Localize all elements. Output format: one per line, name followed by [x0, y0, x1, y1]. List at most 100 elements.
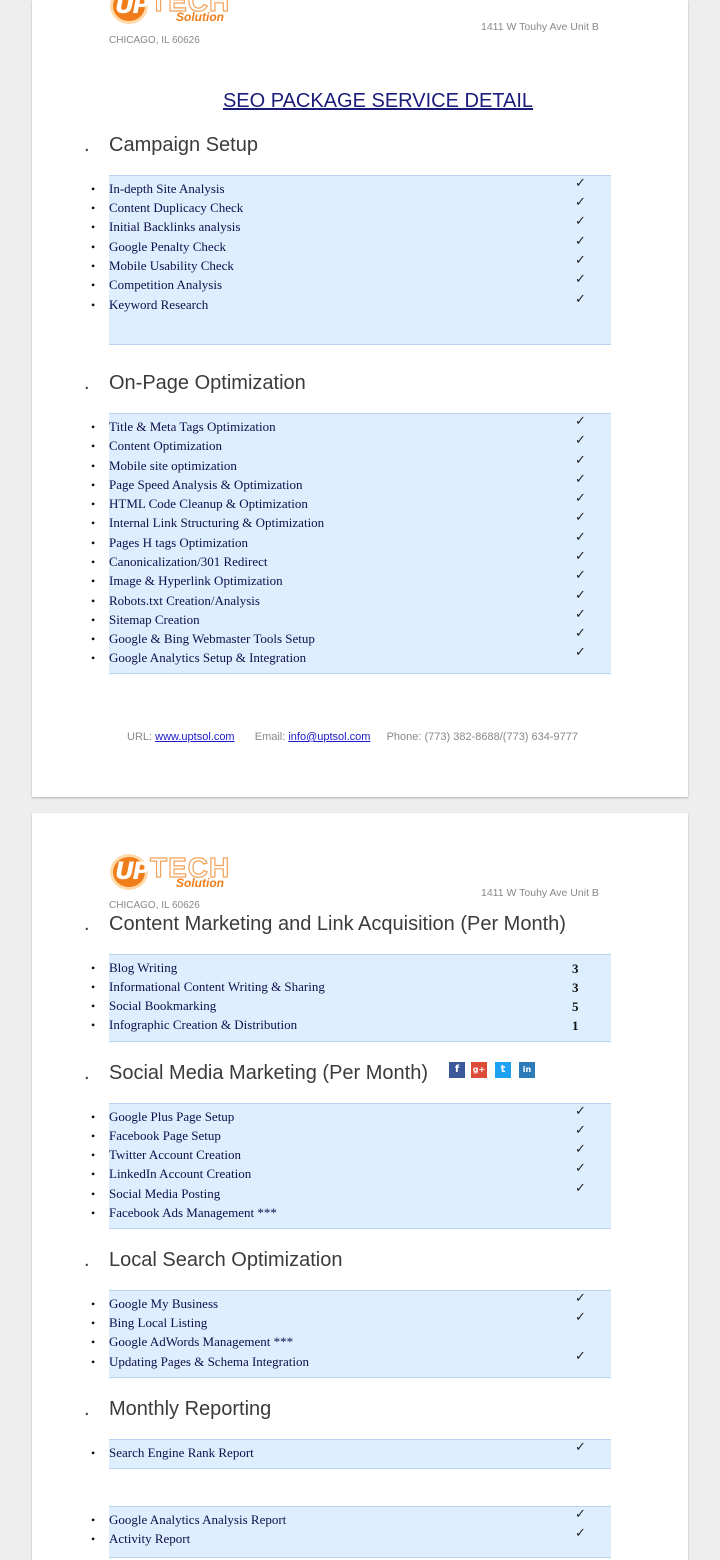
- list-item: • Canonicalization/301 Redirect ✓: [91, 549, 611, 574]
- item-label: Image & Hyperlink Optimization: [109, 573, 283, 588]
- logo-up-text: UP: [115, 857, 150, 885]
- check-icon: ✓: [575, 1440, 586, 1455]
- item-label: Bing Local Listing: [109, 1315, 208, 1330]
- bullet: •: [91, 278, 96, 292]
- section-bullet: .: [84, 1062, 90, 1084]
- check-icon: ✓: [575, 414, 586, 429]
- item-label: Sitemap Creation: [109, 612, 200, 627]
- item-label: Mobile Usability Check: [109, 258, 234, 273]
- section-bullet: .: [84, 134, 90, 156]
- list-item: • Initial Backlinks analysis ✓: [91, 214, 611, 239]
- item-count: 3: [572, 980, 579, 995]
- list-item: • Social Bookmarking 5: [91, 998, 611, 1018]
- header-city: CHICAGO, IL 60626: [109, 900, 200, 911]
- check-icon: ✓: [575, 1142, 586, 1157]
- check-icon: ✓: [575, 491, 586, 506]
- list-item: • Google My Business ✓: [91, 1291, 611, 1316]
- item-label: Google Penalty Check: [109, 239, 226, 254]
- company-logo: UP TECH Solution: [110, 851, 234, 890]
- bullet: •: [91, 1355, 96, 1369]
- item-label: Content Optimization: [109, 438, 223, 453]
- bullet: •: [91, 594, 96, 608]
- item-label: Google Analytics Setup & Integration: [109, 650, 307, 665]
- list-item: • Google AdWords Management ***: [91, 1334, 611, 1354]
- bullet: •: [91, 478, 96, 492]
- section-bullet: .: [84, 372, 90, 394]
- item-label: Initial Backlinks analysis: [109, 219, 241, 234]
- list-item: • Image & Hyperlink Optimization ✓: [91, 568, 611, 593]
- list-item: • Page Speed Analysis & Optimization ✓: [91, 472, 611, 497]
- item-label: Informational Content Writing & Sharing: [109, 979, 325, 994]
- bullet: •: [91, 240, 96, 254]
- check-icon: ✓: [575, 607, 586, 622]
- bullet: •: [91, 298, 96, 312]
- section-bullet: .: [84, 1249, 90, 1271]
- facebook-icon[interactable]: f: [449, 1062, 465, 1078]
- bullet: •: [91, 632, 96, 646]
- item-label: Updating Pages & Schema Integration: [109, 1354, 310, 1369]
- bullet: •: [91, 536, 96, 550]
- check-icon: ✓: [575, 1181, 586, 1196]
- bullet: •: [91, 1129, 96, 1143]
- footer-url-link[interactable]: www.uptsol.com: [155, 731, 234, 743]
- check-icon: ✓: [575, 292, 586, 307]
- item-label: Keyword Research: [109, 297, 209, 312]
- check-icon: ✓: [575, 453, 586, 468]
- bullet: •: [91, 1316, 96, 1330]
- check-icon: ✓: [575, 272, 586, 287]
- bullet: •: [91, 1167, 96, 1181]
- list-item: • Twitter Account Creation ✓: [91, 1142, 611, 1167]
- bullet: •: [91, 1532, 96, 1546]
- list-item: • HTML Code Cleanup & Optimization ✓: [91, 491, 611, 516]
- bullet: •: [91, 1446, 96, 1460]
- header-address: 1411 W Touhy Ave Unit B: [481, 21, 599, 33]
- item-label: Google & Bing Webmaster Tools Setup: [109, 631, 315, 646]
- bullet: •: [91, 516, 96, 530]
- item-label: Blog Writing: [109, 960, 178, 975]
- list-item: • Mobile site optimization ✓: [91, 453, 611, 478]
- check-icon: ✓: [575, 1291, 586, 1306]
- bullet: •: [91, 1110, 96, 1124]
- monthly-reporting-list-a: • Search Engine Rank Report ✓: [91, 1439, 611, 1469]
- check-icon: ✓: [575, 549, 586, 564]
- bullet: •: [91, 555, 96, 569]
- campaign-setup-list: • In-depth Site Analysis ✓ • Content Duplic…: [91, 175, 611, 345]
- list-item: • Google Plus Page Setup ✓: [91, 1104, 611, 1129]
- twitter-icon[interactable]: t: [495, 1062, 511, 1078]
- item-label: Google My Business: [109, 1296, 219, 1311]
- page-footer: URL: www.uptsol.com Email: info@uptsol.c…: [127, 731, 578, 743]
- footer-email-link[interactable]: info@uptsol.com: [288, 731, 370, 743]
- item-label: Google Plus Page Setup: [109, 1109, 235, 1124]
- section-title: Local Search Optimization: [109, 1249, 343, 1271]
- list-item: • Keyword Research ✓: [91, 292, 611, 317]
- bullet: •: [91, 1297, 96, 1311]
- bullet: •: [91, 497, 96, 511]
- list-item: • Robots.txt Creation/Analysis ✓: [91, 588, 611, 613]
- bullet: •: [91, 613, 96, 627]
- logo-solution-text: Solution: [176, 876, 224, 890]
- bullet: •: [91, 439, 96, 453]
- section-bullet: .: [84, 913, 90, 935]
- item-label: Social Media Posting: [109, 1186, 221, 1201]
- bullet: •: [91, 1187, 96, 1201]
- bullet: •: [91, 1148, 96, 1162]
- bullet: •: [91, 980, 96, 994]
- section-title: Content Marketing and Link Acquisition (…: [109, 913, 566, 935]
- item-label: Internal Link Structuring & Optimization: [109, 515, 325, 530]
- google-plus-icon[interactable]: g+: [471, 1062, 487, 1078]
- check-icon: ✓: [575, 1104, 586, 1119]
- check-icon: ✓: [575, 626, 586, 641]
- item-label: Infographic Creation & Distribution: [109, 1017, 298, 1032]
- list-item: • Informational Content Writing & Sharing…: [91, 979, 611, 999]
- linkedin-icon[interactable]: in: [519, 1062, 535, 1078]
- check-icon: ✓: [575, 195, 586, 210]
- bullet: •: [91, 961, 96, 975]
- check-icon: ✓: [575, 1123, 586, 1138]
- check-icon: ✓: [575, 530, 586, 545]
- item-label: Search Engine Rank Report: [109, 1445, 254, 1460]
- item-label: Robots.txt Creation/Analysis: [109, 593, 260, 608]
- item-label: Mobile site optimization: [109, 458, 237, 473]
- document-title: SEO PACKAGE SERVICE DETAIL: [222, 90, 534, 112]
- list-item: • Facebook Ads Management ***: [91, 1205, 611, 1225]
- check-icon: ✓: [575, 510, 586, 525]
